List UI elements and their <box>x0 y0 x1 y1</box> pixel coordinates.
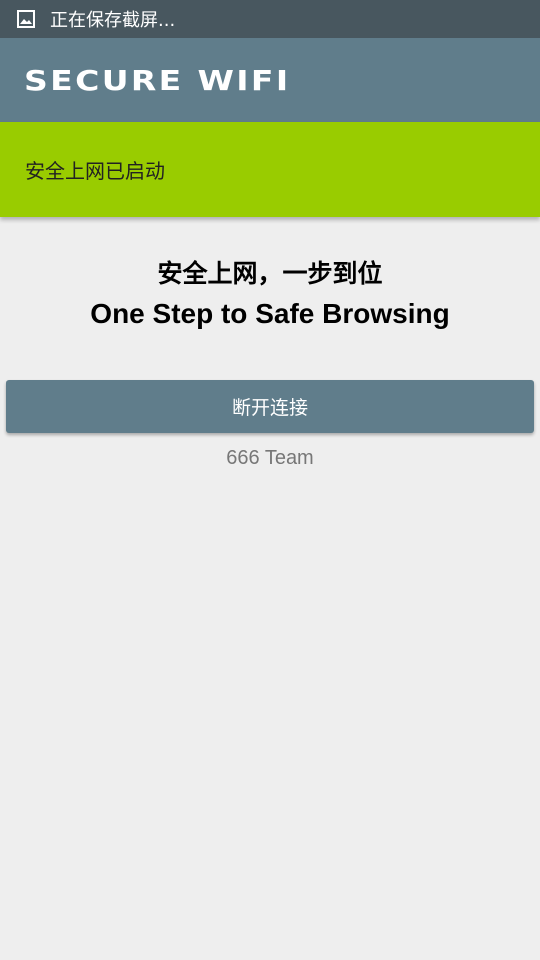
screenshot-image-icon <box>17 10 35 28</box>
headline-chinese: 安全上网，一步到位 <box>157 259 383 288</box>
app-bar: SECURE WIFI <box>0 38 540 122</box>
app-title: SECURE WIFI <box>24 63 291 97</box>
connection-status-banner: 安全上网已启动 <box>0 122 540 217</box>
status-notification-text: 正在保存截屏... <box>50 10 176 31</box>
headline-english: One Step to Safe Browsing <box>90 298 450 329</box>
disconnect-button[interactable]: 断开连接 <box>6 380 534 433</box>
status-bar: 正在保存截屏... <box>0 0 540 38</box>
team-label: 666 Team <box>226 447 314 469</box>
connection-status-text: 安全上网已启动 <box>25 159 165 183</box>
headline: 安全上网，一步到位 One Step to Safe Browsing <box>0 254 540 334</box>
